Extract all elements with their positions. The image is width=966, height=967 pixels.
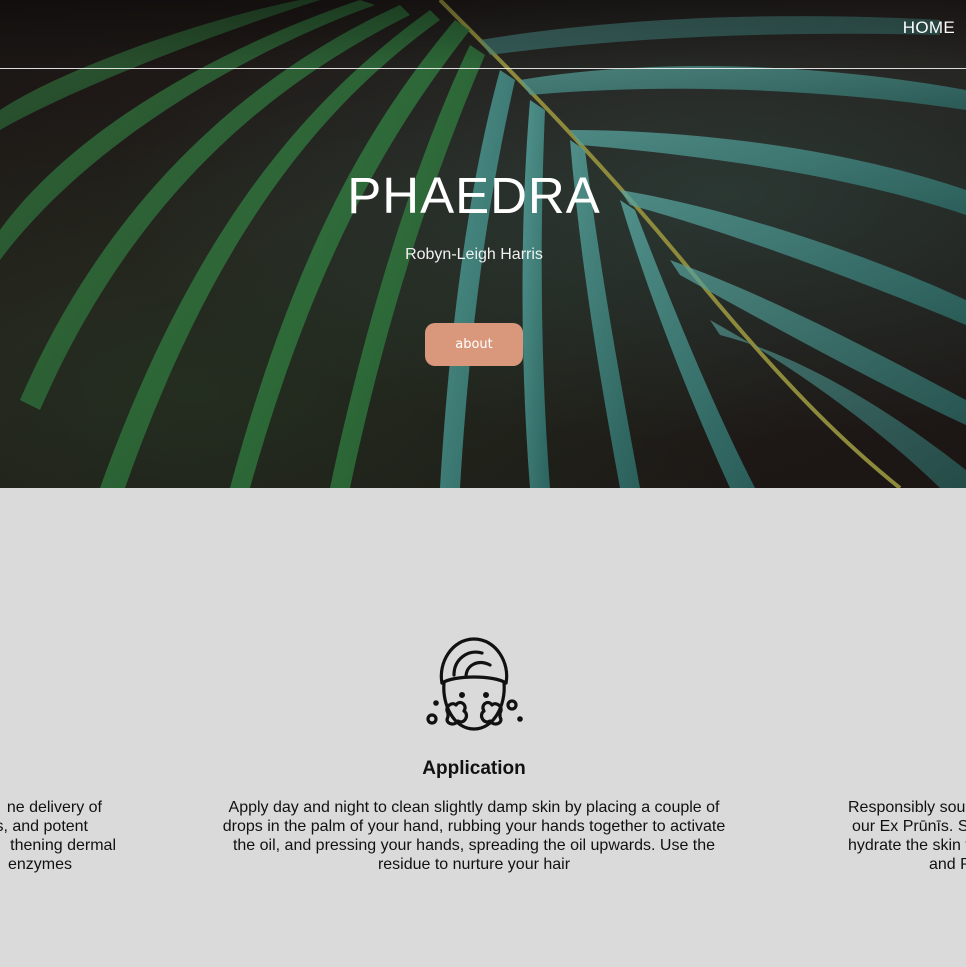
feature-left-line: ne delivery of xyxy=(6,799,102,816)
page: HOME PHAEDRA Robyn-Leigh Harris about ne… xyxy=(0,0,966,967)
feature-right-text: Responsibly sou our Ex Prūnīs. S hydrate… xyxy=(840,798,966,874)
top-navigation-bar: HOME xyxy=(0,0,966,69)
nav-home-link[interactable]: HOME xyxy=(903,18,955,38)
feature-left-line: s, and potent xyxy=(0,818,88,835)
feature-right-line: Responsibly sou xyxy=(848,799,966,816)
feature-left-line: thening dermal xyxy=(10,837,116,854)
face-wash-icon xyxy=(426,637,523,731)
feature-right-line: hydrate the skin v xyxy=(848,837,966,854)
feature-description-application: Apply day and night to clean slightly da… xyxy=(222,799,726,873)
feature-right-line: and P xyxy=(929,856,966,873)
feature-title-application: Application xyxy=(422,758,526,779)
feature-right-line: our Ex Prūnīs. S xyxy=(852,818,966,835)
site-title: PHAEDRA xyxy=(347,167,601,224)
feature-left-text: ne delivery of s, and potent thening der… xyxy=(0,798,116,874)
site-subtitle: Robyn-Leigh Harris xyxy=(405,246,543,263)
hero-banner: HOME PHAEDRA Robyn-Leigh Harris about xyxy=(0,0,966,488)
palm-leaf-background-image xyxy=(0,0,966,488)
features-section: ne delivery of s, and potent thening der… xyxy=(0,488,966,967)
about-button[interactable]: about xyxy=(425,323,523,366)
feature-left-line: enzymes xyxy=(7,856,72,873)
